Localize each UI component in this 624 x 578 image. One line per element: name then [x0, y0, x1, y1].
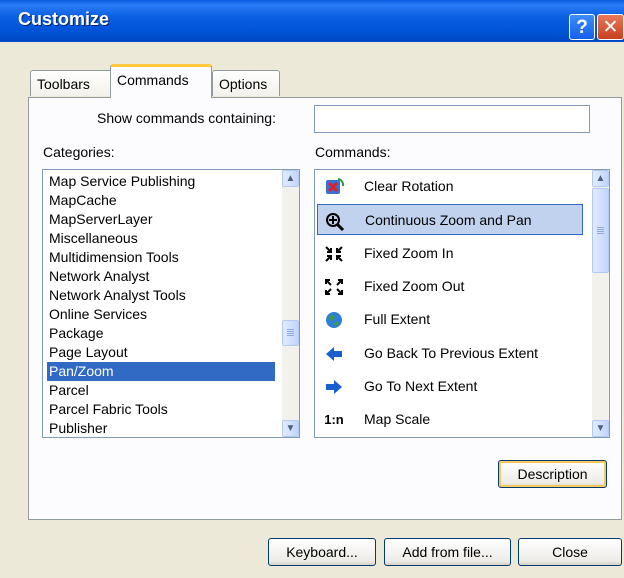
add-from-file-button[interactable]: Add from file... [384, 538, 511, 566]
scroll-thumb[interactable] [282, 320, 299, 346]
command-label: Fixed Zoom In [364, 245, 454, 261]
list-item-selected[interactable]: Pan/Zoom [47, 362, 275, 381]
description-button[interactable]: Description [498, 460, 607, 488]
fixed-zoom-out-icon [323, 277, 345, 297]
list-item[interactable]: Network Analyst Tools [47, 286, 275, 305]
title-bar[interactable]: Customize ? ✕ [0, 0, 624, 42]
fixed-zoom-in-icon [323, 244, 345, 264]
command-label: Continuous Zoom and Pan [365, 212, 532, 228]
search-input[interactable] [314, 105, 590, 133]
list-item[interactable]: Parcel [47, 381, 275, 400]
list-item[interactable]: Map Service Publishing [47, 172, 275, 191]
categories-scrollbar[interactable]: ▲ ▼ [282, 170, 299, 437]
keyboard-button-label: Keyboard... [286, 544, 358, 560]
command-label: Map Scale [364, 411, 431, 427]
command-item-continuous-zoom-pan[interactable]: Continuous Zoom and Pan [317, 204, 583, 235]
command-item-fixed-zoom-out[interactable]: Fixed Zoom Out [317, 271, 583, 302]
list-item[interactable]: Parcel Fabric Tools [47, 400, 275, 419]
keyboard-button[interactable]: Keyboard... [268, 538, 376, 566]
list-item[interactable]: Online Services [47, 305, 275, 324]
list-item[interactable]: Multidimension Tools [47, 248, 275, 267]
list-item[interactable]: MapServerLayer [47, 210, 275, 229]
list-item[interactable]: Package [47, 324, 275, 343]
command-item-map-scale[interactable]: 1:n Map Scale [317, 404, 583, 435]
list-item[interactable]: MapCache [47, 191, 275, 210]
tab-commands-label: Commands [117, 72, 189, 88]
add-from-file-button-label: Add from file... [402, 544, 493, 560]
command-item-clear-rotation[interactable]: Clear Rotation [317, 171, 583, 202]
command-label: Go To Next Extent [364, 378, 478, 394]
scroll-up-arrow-icon[interactable]: ▲ [282, 170, 299, 187]
command-label: Go Back To Previous Extent [364, 345, 539, 361]
arrow-right-icon [323, 377, 345, 397]
scroll-thumb[interactable] [592, 188, 609, 273]
arrow-left-icon [323, 344, 345, 364]
command-item-go-next[interactable]: Go To Next Extent [317, 371, 583, 402]
command-item-full-extent[interactable]: Full Extent [317, 304, 583, 335]
command-item-go-back[interactable]: Go Back To Previous Extent [317, 338, 583, 369]
tab-toolbars[interactable]: Toolbars [30, 70, 114, 96]
help-button[interactable]: ? [569, 14, 595, 40]
close-button[interactable]: Close [518, 538, 622, 566]
search-label: Show commands containing: [97, 110, 276, 126]
commands-scrollbar[interactable]: ▲ ▼ [592, 170, 609, 437]
list-item[interactable]: Publisher [47, 419, 275, 437]
list-item[interactable]: Page Layout [47, 343, 275, 362]
tab-options[interactable]: Options [212, 70, 280, 96]
scroll-down-arrow-icon[interactable]: ▼ [592, 420, 609, 437]
description-button-label: Description [517, 466, 588, 482]
scroll-up-arrow-icon[interactable]: ▲ [592, 170, 609, 187]
close-window-button[interactable]: ✕ [597, 14, 624, 40]
commands-list[interactable]: Clear Rotation Continuous Zoom and Pan F… [314, 169, 610, 438]
map-scale-icon: 1:n [324, 412, 344, 427]
categories-label: Categories: [43, 144, 115, 160]
categories-list[interactable]: Map Service Publishing MapCache MapServe… [42, 169, 300, 438]
close-button-label: Close [552, 544, 588, 560]
globe-icon [323, 310, 345, 330]
tab-commands[interactable]: Commands [110, 64, 212, 98]
tab-toolbars-label: Toolbars [37, 76, 90, 92]
window-title: Customize [18, 9, 110, 29]
list-item[interactable]: Network Analyst [47, 267, 275, 286]
command-label: Clear Rotation [364, 178, 454, 194]
tab-options-label: Options [219, 76, 268, 92]
list-item[interactable]: Miscellaneous [47, 229, 275, 248]
continuous-zoom-pan-icon [324, 211, 346, 232]
command-label: Fixed Zoom Out [364, 278, 465, 294]
clear-rotation-icon [323, 177, 345, 197]
scroll-down-arrow-icon[interactable]: ▼ [282, 420, 299, 437]
customize-dialog: Customize ? ✕ Toolbars Commands Options … [0, 0, 624, 578]
commands-label: Commands: [315, 144, 391, 160]
command-item-fixed-zoom-in[interactable]: Fixed Zoom In [317, 238, 583, 269]
command-label: Full Extent [364, 311, 431, 327]
